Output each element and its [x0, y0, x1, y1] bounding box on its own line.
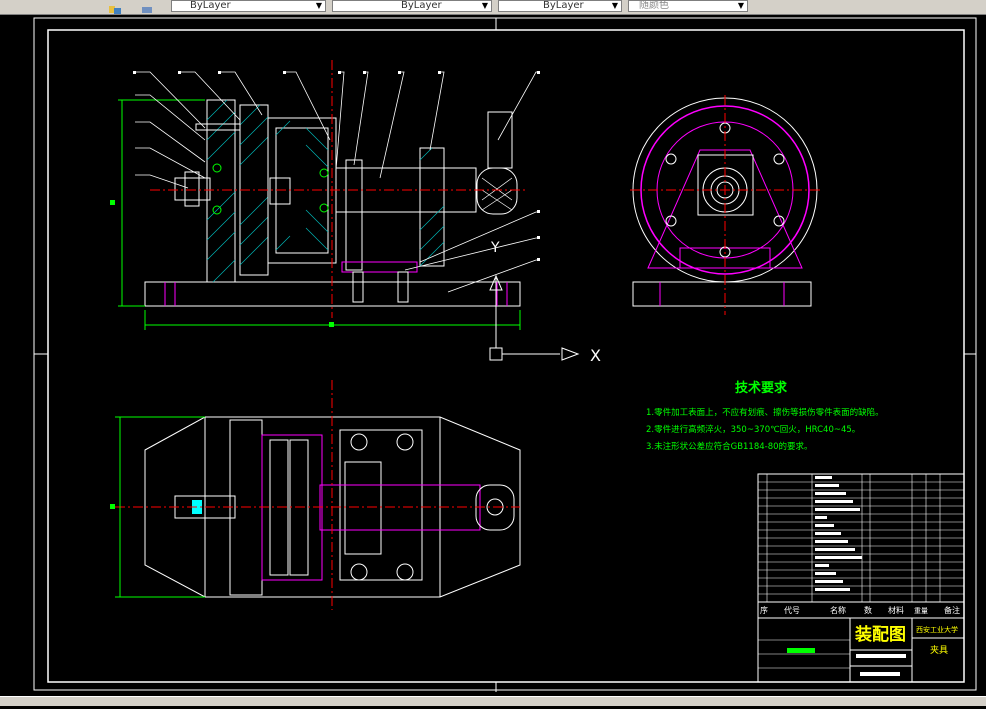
- front-dimensions: [118, 99, 521, 330]
- chevron-down-icon: ▼: [611, 1, 619, 10]
- left-upright: [206, 99, 236, 283]
- col-weight: 重量: [914, 607, 928, 615]
- parts-list-entry-mark: [815, 580, 843, 583]
- parts-list-entry-mark: [815, 508, 860, 511]
- chevron-down-icon: ▼: [315, 1, 323, 10]
- chevron-down-icon: ▼: [481, 1, 489, 10]
- parts-list-entry-mark: [815, 476, 832, 479]
- drawing-canvas[interactable]: X Y 技术要求 1.零件加工表面上，不应有划痕、擦伤等损伤零件表面的缺陷。 2…: [0, 15, 986, 705]
- color-control-value: ByLayer: [190, 0, 231, 11]
- drawing-name: 装配图: [854, 624, 906, 645]
- color-control-dropdown[interactable]: ByLayer ▼: [171, 0, 326, 12]
- ucs-icon: [489, 274, 580, 361]
- drawing-frame: [47, 29, 965, 683]
- technical-requirements: 技术要求 1.零件加工表面上，不应有划痕、擦伤等损伤零件表面的缺陷。 2.零件进…: [646, 380, 884, 452]
- tech-note-3: 3.未注形状公差应符合GB1184-80的要求。: [646, 441, 813, 452]
- tech-title: 技术要求: [735, 380, 788, 396]
- col-seq: 序: [760, 605, 768, 615]
- lineweight-control-dropdown[interactable]: ByLayer ▼: [498, 0, 622, 12]
- parts-list-entry-mark: [815, 516, 827, 519]
- chevron-down-icon: ▼: [737, 1, 745, 10]
- front-view: [110, 60, 540, 330]
- cad-drawing: X Y 技术要求 1.零件加工表面上，不应有划痕、擦伤等损伤零件表面的缺陷。 2…: [33, 17, 977, 692]
- plotstyle-control-dropdown[interactable]: 随颜色 ▼: [628, 0, 748, 12]
- lineweight-control-value: ByLayer: [543, 0, 584, 11]
- parts-list-entry-mark: [815, 572, 836, 575]
- layer-states-icon[interactable]: [140, 0, 154, 13]
- col-material: 材料: [888, 605, 904, 615]
- parts-list-entry-mark: [815, 588, 850, 591]
- parts-list-entry-mark: [815, 532, 841, 535]
- layer-tool-icon[interactable]: [108, 0, 122, 14]
- part-name: 夹具: [930, 644, 948, 656]
- col-remark: 备注: [944, 605, 960, 615]
- properties-toolbar: ByLayer ▼ ByLayer ▼ ByLayer ▼ 随颜色 ▼: [0, 0, 986, 15]
- side-view: [630, 95, 820, 315]
- col-code: 代号: [784, 605, 800, 615]
- parts-list-entry-mark: [815, 500, 853, 503]
- parts-list-entry-mark: [815, 564, 829, 567]
- parts-list-entry-mark: [815, 548, 855, 551]
- tech-note-1: 1.零件加工表面上，不应有划痕、擦伤等损伤零件表面的缺陷。: [646, 407, 884, 418]
- part-leaders: [135, 71, 540, 293]
- ucs-y-label: Y: [490, 240, 500, 256]
- top-view: [110, 380, 521, 610]
- parts-list-entry-mark: [815, 524, 834, 527]
- school-name: 西安工业大学: [916, 625, 958, 634]
- col-name: 名称: [830, 605, 846, 615]
- linetype-control-value: ByLayer: [401, 0, 442, 11]
- linetype-control-dropdown[interactable]: ByLayer ▼: [332, 0, 492, 12]
- plotstyle-control-value: 随颜色: [639, 0, 669, 11]
- ucs-x-label: X: [590, 346, 601, 365]
- tech-note-2: 2.零件进行高频淬火，350~370℃回火，HRC40~45。: [646, 424, 860, 435]
- col-qty: 数: [864, 605, 872, 615]
- parts-list-entry-mark: [815, 484, 839, 487]
- clamp-stud: [174, 177, 211, 201]
- title-block: 序 代号 名称 数 材料 重量 备注 装配图 西安工业大学 夹具: [757, 473, 965, 683]
- parts-list-entry-mark: [815, 556, 862, 559]
- parts-list-entry-mark: [815, 540, 848, 543]
- parts-list-entry-mark: [815, 492, 846, 495]
